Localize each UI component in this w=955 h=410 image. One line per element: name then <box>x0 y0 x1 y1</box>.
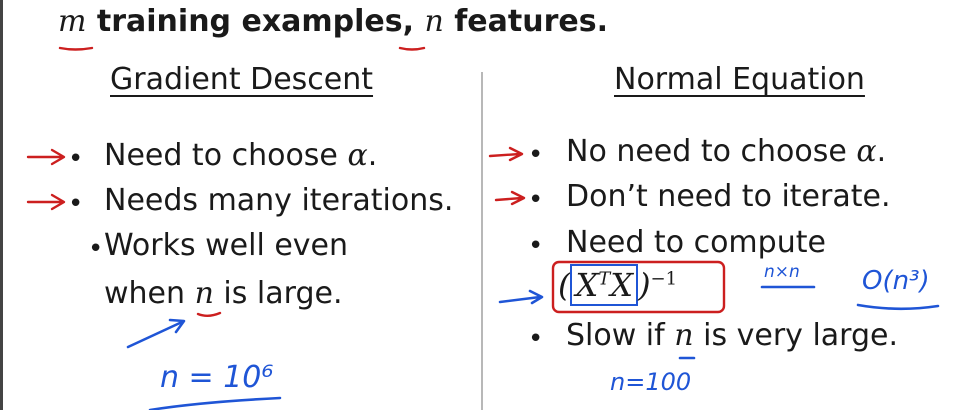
scribble-mark <box>148 396 282 410</box>
underline-complexity-mark <box>856 303 940 311</box>
arrow-icon <box>488 146 524 162</box>
arrow-icon <box>498 289 544 305</box>
arrow-icon <box>126 318 186 349</box>
underline-n-mark <box>398 46 426 51</box>
arrow-icon <box>26 193 66 211</box>
underline-n-mark <box>196 311 222 317</box>
arrow-icon <box>494 190 526 206</box>
arrow-icon <box>26 148 66 166</box>
formula-highlight-box <box>551 260 726 314</box>
annotation-layer <box>26 46 940 410</box>
underline-m-mark <box>58 46 94 51</box>
